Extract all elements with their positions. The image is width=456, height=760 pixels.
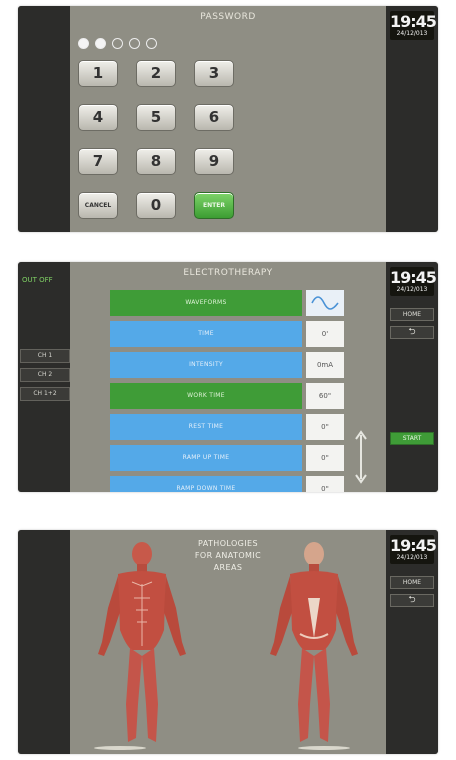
home-button[interactable]: HOME: [390, 308, 434, 321]
clock-date: 24/12/013: [396, 30, 428, 37]
home-button[interactable]: HOME: [390, 576, 434, 589]
output-status: OUT OFF: [22, 276, 53, 284]
clock-time: 19:45: [390, 12, 437, 31]
key-7[interactable]: 7: [78, 148, 118, 175]
parameter-row[interactable]: WORK TIME 60": [110, 383, 348, 409]
left-side-bar: OUT OFF CH 1 CH 2 CH 1+2: [18, 262, 70, 492]
clock-time: 19:45: [390, 536, 437, 555]
parameter-value[interactable]: 60": [306, 383, 344, 409]
screen-title: PASSWORD: [200, 12, 256, 22]
parameter-value[interactable]: 0mA: [306, 352, 344, 378]
clock-time: 19:45: [390, 268, 437, 287]
key-3[interactable]: 3: [194, 60, 234, 87]
parameter-value[interactable]: 0": [306, 445, 344, 471]
password-dot-empty: [146, 38, 157, 49]
channel-2-button[interactable]: CH 2: [20, 368, 70, 382]
right-side-bar: 19:45 24/12/013 HOME ⮌: [386, 530, 438, 754]
parameter-label: RAMP UP TIME: [110, 445, 302, 471]
key-4[interactable]: 4: [78, 104, 118, 131]
electrotherapy-screen: OUT OFF CH 1 CH 2 CH 1+2 ELECTROTHERAPY …: [18, 262, 438, 492]
password-dot-filled: [78, 38, 89, 49]
clock-display: 19:45 24/12/013: [390, 535, 437, 564]
anterior-body-figure[interactable]: [92, 538, 192, 754]
parameter-row[interactable]: TIME 0': [110, 321, 348, 347]
parameter-label: TIME: [110, 321, 302, 347]
parameter-label: REST TIME: [110, 414, 302, 440]
password-screen: PASSWORD 1 2 3 4 5 6 7 8 9 CANCEL 0 ENTE…: [18, 6, 438, 232]
key-1[interactable]: 1: [78, 60, 118, 87]
password-dot-empty: [129, 38, 140, 49]
clock-display: 19:45 24/12/013: [390, 11, 437, 40]
key-9[interactable]: 9: [194, 148, 234, 175]
clock-display: 19:45 24/12/013: [390, 267, 437, 296]
right-side-bar: 19:45 24/12/013: [386, 6, 438, 232]
parameter-value[interactable]: 0": [306, 414, 344, 440]
left-side-bar: [18, 6, 70, 232]
password-dot-filled: [95, 38, 106, 49]
numeric-keypad: 1 2 3 4 5 6 7 8 9 CANCEL 0 ENTER: [78, 60, 234, 219]
key-6[interactable]: 6: [194, 104, 234, 131]
parameter-row[interactable]: INTENSITY 0mA: [110, 352, 348, 378]
parameter-row[interactable]: RAMP DOWN TIME 0": [110, 476, 348, 492]
parameter-row[interactable]: REST TIME 0": [110, 414, 348, 440]
password-indicator: [78, 38, 157, 49]
channel-1-2-button[interactable]: CH 1+2: [20, 387, 70, 401]
key-0[interactable]: 0: [136, 192, 176, 219]
parameter-list: WAVEFORMS TIME 0' INTENSITY 0mA WORK TIM…: [110, 290, 348, 492]
back-arrow-icon: ⮌: [408, 595, 416, 605]
back-button[interactable]: ⮌: [390, 326, 434, 339]
clock-date: 24/12/013: [396, 286, 428, 293]
parameter-row[interactable]: WAVEFORMS: [110, 290, 348, 316]
channel-1-button[interactable]: CH 1: [20, 349, 70, 363]
parameter-value[interactable]: 0": [306, 476, 344, 492]
parameter-label: RAMP DOWN TIME: [110, 476, 302, 492]
clock-date: 24/12/013: [396, 554, 428, 561]
parameter-label: WORK TIME: [110, 383, 302, 409]
back-arrow-icon: ⮌: [408, 327, 416, 337]
key-8[interactable]: 8: [136, 148, 176, 175]
parameter-value[interactable]: [306, 290, 344, 316]
password-dot-empty: [112, 38, 123, 49]
parameter-label: WAVEFORMS: [110, 290, 302, 316]
parameter-value[interactable]: 0': [306, 321, 344, 347]
key-5[interactable]: 5: [136, 104, 176, 131]
back-button[interactable]: ⮌: [390, 594, 434, 607]
posterior-body-figure[interactable]: [264, 538, 364, 754]
pathologies-screen: PATHOLOGIES FOR ANATOMIC AREAS 19:45 24/…: [18, 530, 438, 754]
right-side-bar: 19:45 24/12/013 HOME ⮌ START: [386, 262, 438, 492]
enter-button[interactable]: ENTER: [194, 192, 234, 219]
key-2[interactable]: 2: [136, 60, 176, 87]
cancel-button[interactable]: CANCEL: [78, 192, 118, 219]
parameter-label: INTENSITY: [110, 352, 302, 378]
parameter-row[interactable]: RAMP UP TIME 0": [110, 445, 348, 471]
scroll-arrows-icon[interactable]: [354, 430, 368, 484]
sine-wave-icon: [311, 296, 339, 310]
start-button[interactable]: START: [390, 432, 434, 445]
left-side-bar: [18, 530, 70, 754]
screen-title: ELECTROTHERAPY: [183, 268, 273, 278]
